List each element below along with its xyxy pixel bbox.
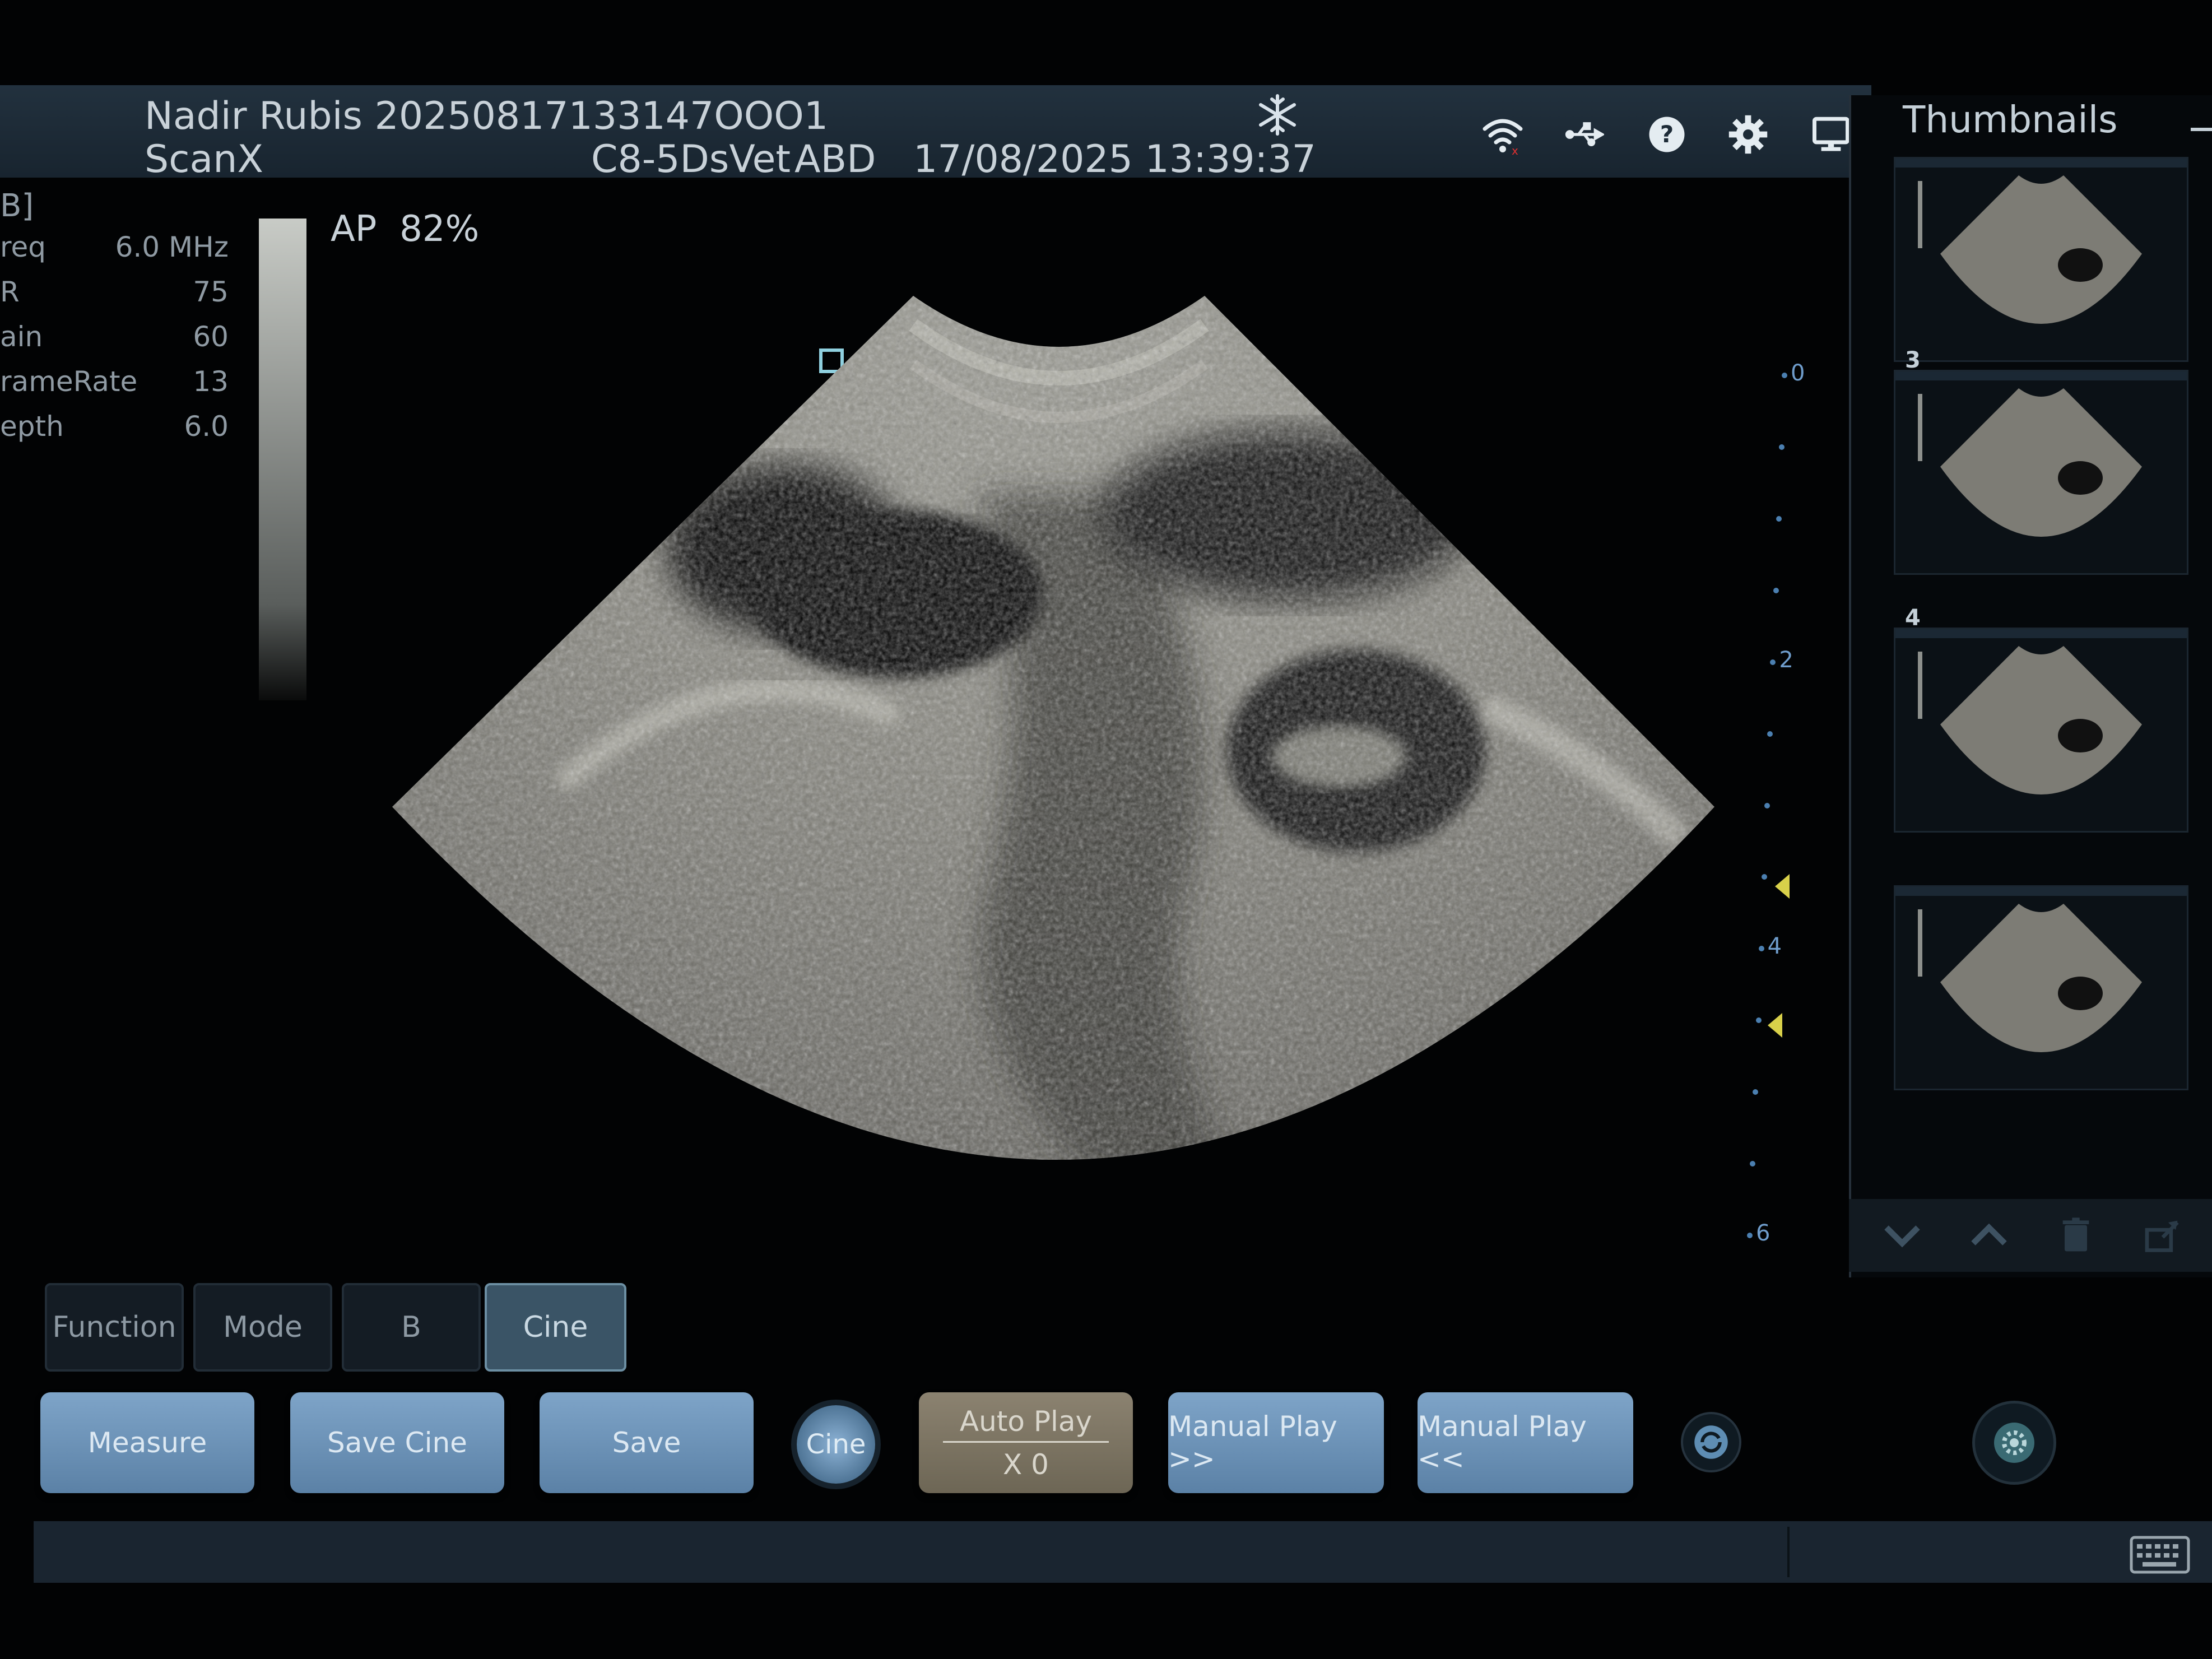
export-icon[interactable] bbox=[2137, 1210, 2188, 1261]
trash-icon[interactable] bbox=[2051, 1210, 2101, 1261]
focus-marker-icon[interactable] bbox=[1768, 1013, 1782, 1038]
exam-preset: ABD bbox=[794, 137, 876, 182]
ruler-label: 2 bbox=[1779, 647, 1793, 673]
param-label: req bbox=[0, 231, 46, 263]
ruler-tick bbox=[1773, 587, 1779, 593]
ruler-label: 4 bbox=[1767, 933, 1782, 960]
manual-play-forward-button[interactable]: Manual Play >> bbox=[1168, 1392, 1384, 1493]
measure-button[interactable]: Measure bbox=[40, 1392, 254, 1493]
help-icon[interactable]: ? bbox=[1639, 106, 1695, 162]
tab-cine[interactable]: Cine bbox=[485, 1283, 626, 1372]
ultrasound-image[interactable] bbox=[392, 280, 1726, 1238]
manual-play-back-button[interactable]: Manual Play << bbox=[1418, 1392, 1633, 1493]
panel-edge-handle[interactable] bbox=[2191, 128, 2212, 131]
thumbnail-item[interactable] bbox=[1894, 370, 2188, 575]
keyboard-icon[interactable] bbox=[2129, 1535, 2191, 1574]
status-bar bbox=[34, 1521, 2212, 1583]
param-value: 13 bbox=[193, 365, 229, 398]
refresh-icon[interactable] bbox=[1681, 1412, 1741, 1472]
ruler-tick bbox=[1764, 802, 1770, 808]
ruler-label: 6 bbox=[1756, 1220, 1770, 1246]
thumbnail-image bbox=[1895, 159, 2187, 324]
grayscale-bar bbox=[259, 219, 306, 700]
thumbnail-item[interactable] bbox=[1894, 628, 2188, 833]
param-label: ain bbox=[0, 320, 43, 353]
ruler-tick bbox=[1755, 1017, 1762, 1024]
ruler-tick bbox=[1750, 1161, 1756, 1167]
app-name: ScanX bbox=[145, 137, 263, 182]
svg-text:?: ? bbox=[1660, 120, 1674, 148]
snowflake-icon[interactable] bbox=[1252, 90, 1303, 140]
ruler-tick bbox=[1770, 659, 1776, 665]
wifi-icon[interactable]: x bbox=[1475, 106, 1531, 162]
param-value: 6.0 MHz bbox=[115, 231, 229, 263]
settings-knob-icon[interactable] bbox=[1972, 1401, 2056, 1485]
tab-b[interactable]: B bbox=[342, 1283, 481, 1372]
thumbnail-image bbox=[1895, 371, 2187, 537]
auto-play-speed: X 0 bbox=[1003, 1448, 1049, 1481]
save-cine-button[interactable]: Save Cine bbox=[290, 1392, 504, 1493]
usb-icon[interactable] bbox=[1556, 106, 1612, 162]
chevron-up-icon[interactable] bbox=[1964, 1210, 2014, 1261]
probe-name: C8-5DsVet bbox=[591, 137, 791, 182]
thumbnail-item[interactable] bbox=[1894, 157, 2188, 362]
acoustic-power: AP 82% bbox=[331, 208, 480, 250]
thumbnail-image bbox=[1895, 629, 2187, 794]
ruler-tick bbox=[1776, 515, 1782, 522]
thumbnail-number: 3 bbox=[1905, 347, 1921, 373]
ruler-label: 0 bbox=[1791, 360, 1805, 386]
cine-knob[interactable]: Cine bbox=[797, 1405, 875, 1484]
param-value: 60 bbox=[193, 320, 229, 353]
date-time: 17/08/2025 13:39:37 bbox=[913, 137, 1316, 182]
mode-label: B] bbox=[0, 188, 34, 224]
chevron-down-icon[interactable] bbox=[1877, 1210, 1927, 1261]
auto-play-label: Auto Play bbox=[942, 1405, 1109, 1443]
gear-icon[interactable] bbox=[1720, 106, 1776, 162]
focus-marker-icon[interactable] bbox=[1775, 874, 1790, 899]
auto-play-button[interactable]: Auto Play X 0 bbox=[919, 1392, 1133, 1493]
param-label: R bbox=[0, 276, 20, 308]
patient-info: Nadir Rubis 20250817133147OOO1 bbox=[145, 94, 829, 138]
ruler-tick bbox=[1761, 874, 1767, 880]
svg-text:x: x bbox=[1512, 144, 1518, 155]
thumbnail-number: 4 bbox=[1905, 605, 1921, 631]
param-value: 6.0 bbox=[184, 410, 229, 443]
tab-mode[interactable]: Mode bbox=[193, 1283, 332, 1372]
thumbnail-image bbox=[1895, 887, 2187, 1052]
param-label: epth bbox=[0, 410, 64, 443]
status-divider bbox=[1787, 1527, 1790, 1577]
ruler-tick bbox=[1778, 444, 1785, 450]
tab-function[interactable]: Function bbox=[45, 1283, 184, 1372]
thumbnails-title: Thumbnails bbox=[1903, 98, 2118, 141]
thumbnail-item[interactable] bbox=[1894, 885, 2188, 1090]
ruler-tick bbox=[1747, 1233, 1753, 1238]
save-button[interactable]: Save bbox=[540, 1392, 754, 1493]
ruler-tick bbox=[1767, 731, 1773, 737]
ruler-tick bbox=[1782, 373, 1787, 378]
ruler-tick bbox=[1758, 946, 1764, 952]
ruler-tick bbox=[1753, 1089, 1759, 1095]
param-value: 75 bbox=[193, 276, 229, 308]
